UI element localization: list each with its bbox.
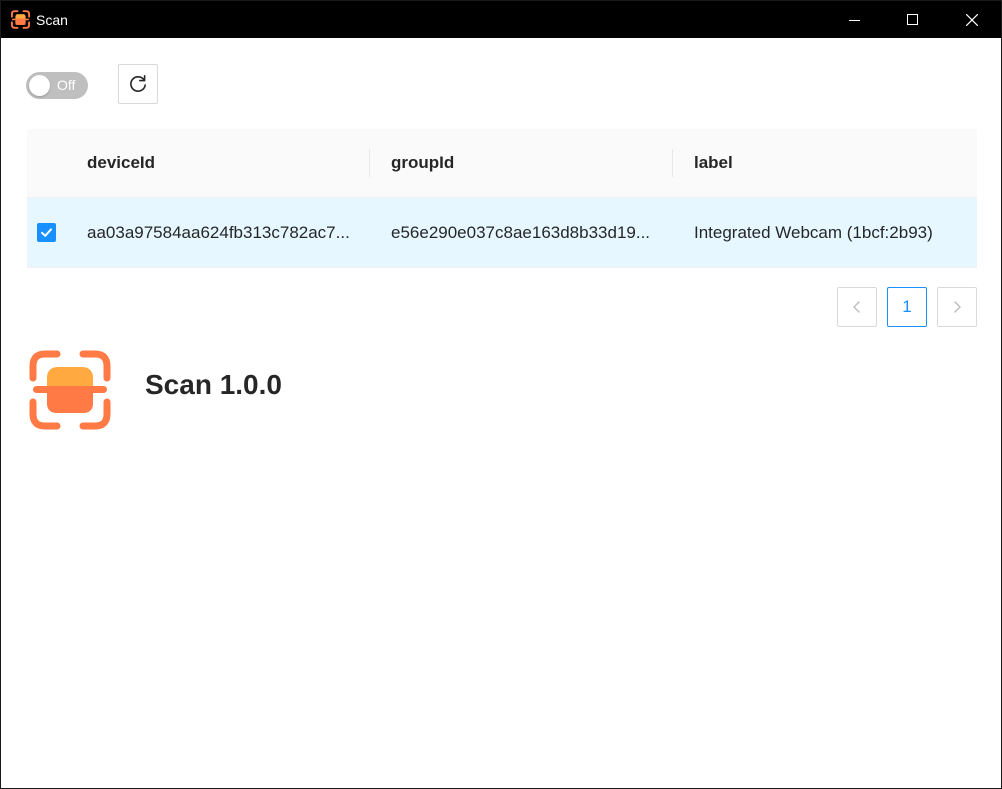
- cell-deviceid: aa03a97584aa624fb313c782ac7...: [87, 223, 350, 242]
- chevron-right-icon: [954, 301, 961, 313]
- refresh-button[interactable]: [118, 64, 158, 104]
- scan-logo-icon: [29, 350, 111, 430]
- row-select-checkbox[interactable]: [37, 223, 56, 242]
- title-bar[interactable]: Scan: [1, 1, 1001, 38]
- app-version: Scan 1.0.0: [145, 369, 282, 400]
- column-header-groupid[interactable]: groupId: [391, 129, 454, 197]
- chevron-left-icon: [853, 301, 860, 313]
- maximize-icon: [907, 13, 918, 25]
- table-header: deviceId groupId label: [27, 129, 977, 198]
- refresh-icon: [130, 75, 146, 92]
- previous-page-button[interactable]: [837, 287, 877, 327]
- maximize-button[interactable]: [884, 1, 942, 38]
- next-page-button[interactable]: [937, 287, 977, 327]
- column-divider: [369, 149, 370, 177]
- column-header-deviceid[interactable]: deviceId: [87, 129, 155, 197]
- column-divider: [672, 149, 673, 177]
- app-logo-icon: [11, 10, 30, 29]
- checkmark-icon: [41, 228, 52, 237]
- switch-label: Off: [57, 77, 76, 93]
- switch-knob: [29, 75, 50, 96]
- close-button[interactable]: [943, 1, 1001, 38]
- app-window: Scan Off deviceId groupId label aa03a975…: [0, 0, 1002, 789]
- minimize-icon: [849, 19, 860, 21]
- device-table: deviceId groupId label aa03a97584aa624fb…: [27, 129, 977, 268]
- table-row[interactable]: aa03a97584aa624fb313c782ac7... e56e290e0…: [27, 198, 977, 268]
- cell-groupid: e56e290e037c8ae163d8b33d19...: [391, 223, 651, 242]
- scan-toggle-switch[interactable]: Off: [26, 72, 88, 99]
- cell-label: Integrated Webcam (1bcf:2b93): [694, 223, 933, 242]
- minimize-button[interactable]: [826, 1, 884, 38]
- window-title: Scan: [36, 12, 68, 28]
- page-number-button[interactable]: 1: [887, 287, 927, 327]
- column-header-label[interactable]: label: [694, 129, 733, 197]
- close-icon: [966, 13, 978, 26]
